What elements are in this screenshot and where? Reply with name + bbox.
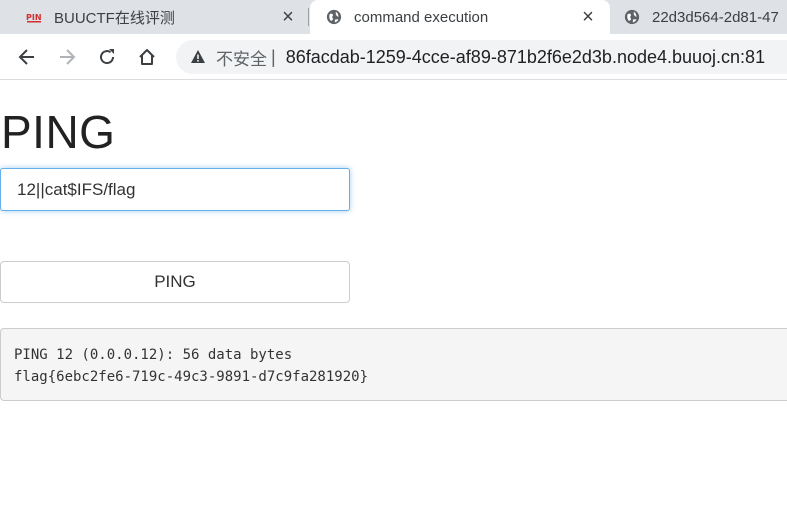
output-line: PING 12 (0.0.0.12): 56 data bytes: [14, 347, 293, 363]
close-tab-icon[interactable]: ×: [578, 6, 598, 28]
ping-output: PING 12 (0.0.0.12): 56 data bytes flag{6…: [0, 328, 787, 401]
browser-toolbar: 不安全 | 86facdab-1259-4cce-af89-871b2f6e2d…: [0, 34, 787, 80]
svg-text:PING: PING: [26, 13, 42, 22]
globe-icon: [326, 9, 342, 25]
home-button[interactable]: [132, 42, 162, 72]
back-button[interactable]: [12, 42, 42, 72]
tab-title: 22d3d564-2d81-47: [652, 8, 779, 26]
tab-command-execution[interactable]: command execution ×: [310, 0, 610, 34]
omnibox-separator: |: [271, 46, 276, 67]
tab-strip: PING BUUCTF在线评测 × command execution × 22…: [0, 0, 787, 34]
close-tab-icon[interactable]: ×: [278, 6, 298, 28]
buuctf-favicon-icon: PING: [26, 9, 42, 25]
warning-icon[interactable]: [190, 49, 206, 65]
url-text[interactable]: 86facdab-1259-4cce-af89-871b2f6e2d3b.nod…: [286, 47, 765, 68]
address-bar[interactable]: 不安全 | 86facdab-1259-4cce-af89-871b2f6e2d…: [176, 40, 787, 74]
forward-arrow-icon: [60, 49, 76, 65]
reload-button[interactable]: [92, 42, 122, 72]
tab-22d3d564[interactable]: 22d3d564-2d81-47: [612, 0, 787, 34]
ping-button[interactable]: PING: [0, 261, 350, 303]
forward-button[interactable]: [52, 42, 82, 72]
home-icon: [139, 49, 155, 65]
tab-title: command execution: [354, 8, 489, 26]
tab-title: BUUCTF在线评测: [54, 9, 175, 27]
tab-buuctf[interactable]: PING BUUCTF在线评测 ×: [0, 0, 308, 34]
page-title: PING: [1, 106, 116, 158]
ip-input[interactable]: [0, 168, 350, 211]
globe-icon: [624, 9, 640, 25]
back-arrow-icon: [18, 49, 34, 65]
page-content: PING PING PING 12 (0.0.0.12): 56 data by…: [0, 81, 787, 508]
not-secure-label[interactable]: 不安全: [216, 45, 267, 70]
output-line: flag{6ebc2fe6-719c-49c3-9891-d7c9fa28192…: [14, 369, 369, 385]
tab-separator: [308, 8, 309, 26]
reload-icon: [100, 49, 115, 65]
